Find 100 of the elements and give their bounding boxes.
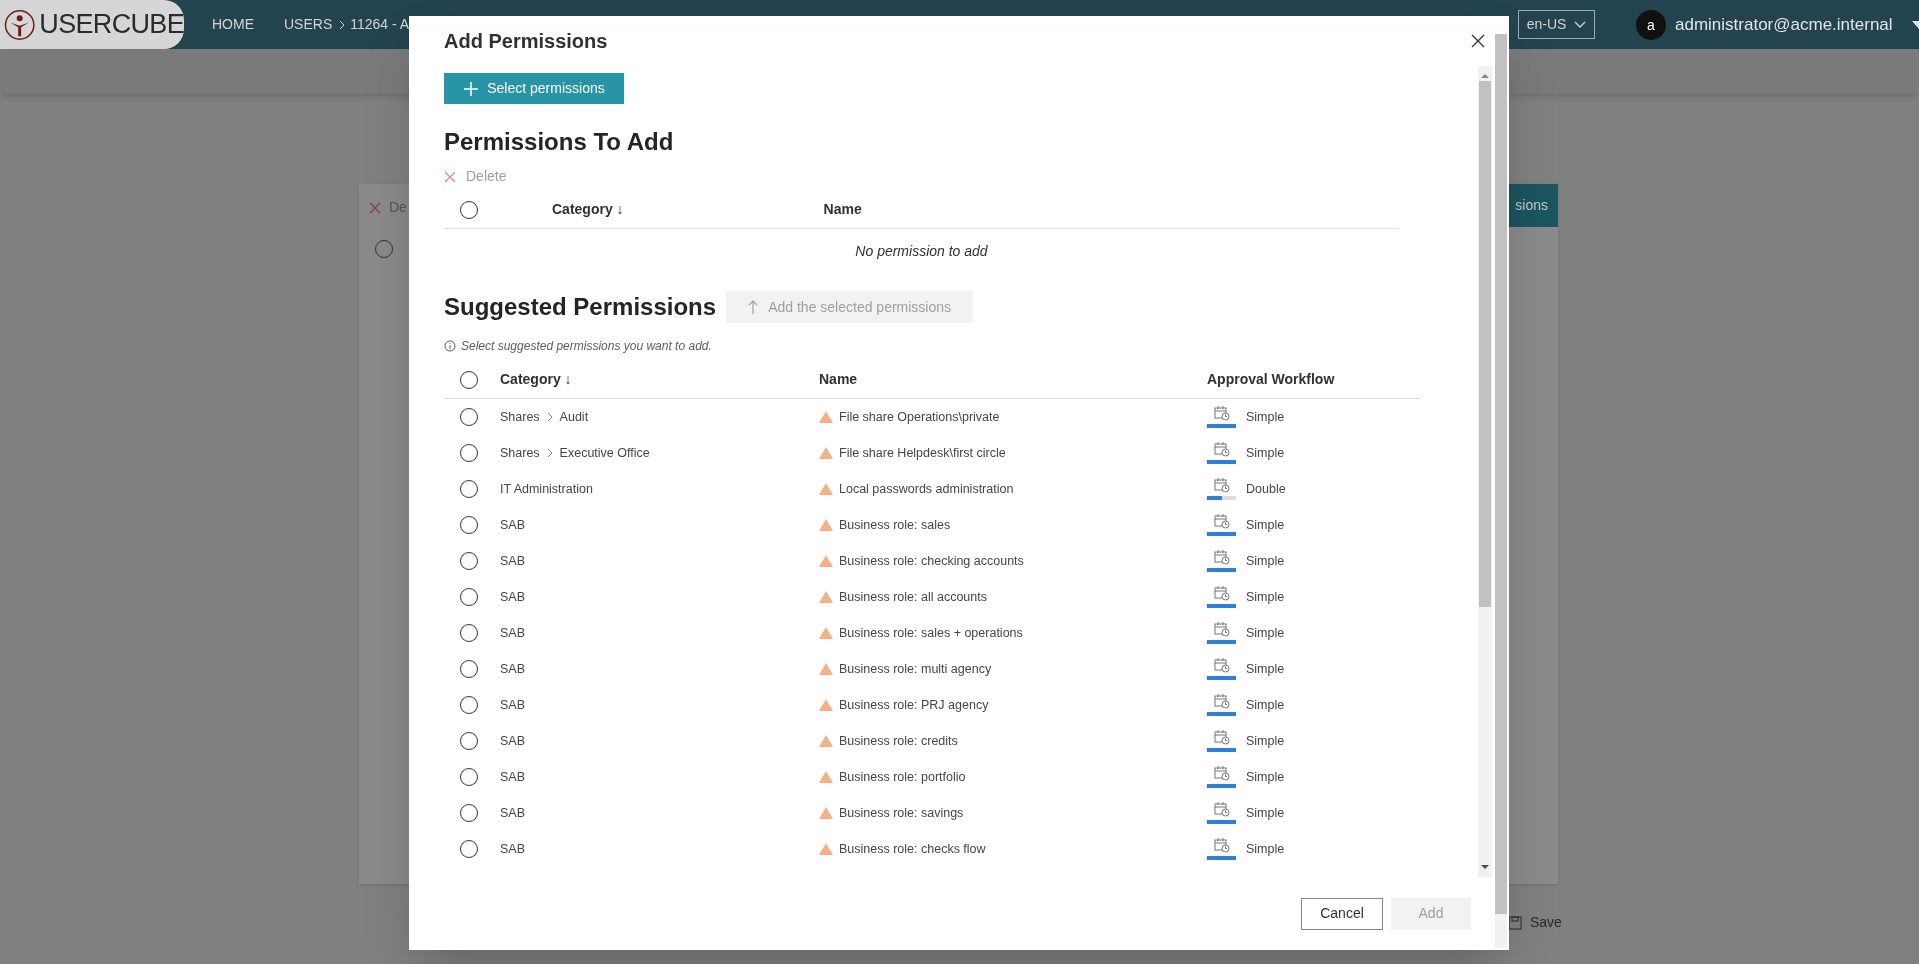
workflow-label: Simple bbox=[1246, 552, 1285, 570]
calendar-clock-icon bbox=[1213, 802, 1230, 817]
permission-name: Business role: PRJ agency bbox=[839, 696, 989, 714]
category-text: SAB bbox=[500, 768, 525, 786]
scrollbar-thumb[interactable] bbox=[1479, 81, 1491, 607]
close-icon bbox=[444, 170, 456, 183]
category-text: SAB bbox=[500, 804, 525, 822]
workflow-label: Simple bbox=[1246, 732, 1285, 750]
workflow-label: Simple bbox=[1246, 588, 1285, 606]
workflow-label: Simple bbox=[1246, 660, 1285, 678]
permission-name: Business role: portfolio bbox=[839, 768, 966, 786]
close-icon[interactable] bbox=[1471, 34, 1485, 48]
calendar-clock-icon bbox=[1213, 766, 1230, 781]
calendar-clock-icon bbox=[1213, 550, 1230, 565]
permission-name: File share Operations\private bbox=[839, 408, 1000, 426]
category-text: Shares bbox=[500, 444, 540, 462]
category-text: Executive Office bbox=[559, 444, 650, 462]
category-text: SAB bbox=[500, 660, 525, 678]
warning-icon bbox=[819, 627, 833, 639]
dialog-title: Add Permissions bbox=[444, 29, 608, 54]
scroll-up-icon[interactable] bbox=[1481, 73, 1489, 78]
workflow-label: Double bbox=[1246, 480, 1286, 498]
workflow-label: Simple bbox=[1246, 408, 1285, 426]
chevron-icon bbox=[338, 19, 347, 30]
plus-icon bbox=[463, 80, 480, 97]
category-text: SAB bbox=[500, 516, 525, 534]
category-text: SAB bbox=[500, 696, 525, 714]
category-text: SAB bbox=[500, 588, 525, 606]
warning-icon bbox=[819, 663, 833, 675]
column-header[interactable]: Approval Workflow bbox=[1207, 369, 1335, 390]
column-header[interactable]: Category ↓ bbox=[500, 369, 819, 390]
workflow-label: Simple bbox=[1246, 516, 1285, 534]
warning-icon bbox=[819, 699, 833, 711]
logo[interactable]: USERCUBE bbox=[0, 0, 184, 49]
arrow-up-icon bbox=[748, 299, 759, 315]
permission-name: Business role: all accounts bbox=[839, 588, 987, 606]
permission-name: Business role: credits bbox=[839, 732, 958, 750]
hint-text: Select suggested permissions you want to add. bbox=[461, 338, 712, 355]
workflow-label: Simple bbox=[1246, 840, 1285, 858]
section-title: Suggested Permissions bbox=[444, 292, 717, 322]
calendar-clock-icon bbox=[1213, 406, 1230, 421]
permission-name: Business role: checks flow bbox=[839, 840, 986, 858]
category-text: IT Administration bbox=[500, 480, 593, 498]
permission-name: Business role: sales + operations bbox=[839, 624, 1023, 642]
section-title: Permissions To Add bbox=[444, 127, 675, 157]
cancel-button[interactable]: Cancel bbox=[1301, 897, 1383, 930]
category-text: SAB bbox=[500, 732, 525, 750]
column-header[interactable]: Name bbox=[819, 369, 1207, 390]
avatar[interactable]: a bbox=[1636, 10, 1666, 40]
user-name[interactable]: administrator@acme.internal bbox=[1675, 12, 1893, 38]
breadcrumb-item[interactable]: 11264 - A bbox=[350, 14, 410, 35]
nav-link[interactable]: USERS bbox=[284, 14, 333, 35]
calendar-clock-icon bbox=[1213, 622, 1230, 637]
warning-icon bbox=[819, 771, 833, 783]
empty-message: No permission to add bbox=[855, 241, 988, 261]
column-header[interactable]: Category ↓ bbox=[552, 199, 624, 220]
calendar-clock-icon bbox=[1213, 730, 1230, 745]
permission-name: Business role: multi agency bbox=[839, 660, 992, 678]
calendar-clock-icon bbox=[1213, 514, 1230, 529]
permission-name: File share Helpdesk\first circle bbox=[839, 444, 1006, 462]
warning-icon bbox=[819, 411, 833, 423]
language-dropdown[interactable]: en-US bbox=[1518, 10, 1595, 39]
category-text: Audit bbox=[559, 408, 589, 426]
category-text: SAB bbox=[500, 552, 525, 570]
category-text: Shares bbox=[500, 408, 540, 426]
warning-icon bbox=[819, 483, 833, 495]
warning-icon bbox=[819, 843, 833, 855]
category-text: SAB bbox=[500, 624, 525, 642]
workflow-label: Simple bbox=[1246, 444, 1285, 462]
warning-icon bbox=[819, 807, 833, 819]
workflow-label: Simple bbox=[1246, 804, 1285, 822]
nav-link[interactable]: HOME bbox=[212, 14, 254, 35]
chevron-down-icon bbox=[1574, 20, 1587, 29]
save-action[interactable]: Save bbox=[1530, 912, 1562, 933]
calendar-clock-icon bbox=[1213, 478, 1230, 493]
scroll-down-icon[interactable] bbox=[1481, 865, 1489, 870]
warning-icon bbox=[819, 735, 833, 747]
calendar-clock-icon bbox=[1213, 694, 1230, 709]
info-icon bbox=[444, 340, 456, 352]
permission-name: Business role: savings bbox=[839, 804, 964, 822]
warning-icon bbox=[819, 519, 833, 531]
calendar-clock-icon bbox=[1213, 586, 1230, 601]
chevron-icon bbox=[545, 448, 554, 458]
permission-name: Business role: sales bbox=[839, 516, 951, 534]
warning-icon bbox=[819, 555, 833, 567]
logo-text: USERCUBE bbox=[39, 8, 184, 42]
close-icon bbox=[369, 201, 381, 214]
warning-icon bbox=[819, 591, 833, 603]
select-permissions-button[interactable]: Select permissions bbox=[444, 73, 624, 104]
calendar-clock-icon bbox=[1213, 658, 1230, 673]
chevron-icon bbox=[545, 412, 554, 422]
calendar-clock-icon bbox=[1213, 442, 1230, 457]
save-icon bbox=[1508, 915, 1522, 930]
workflow-label: Simple bbox=[1246, 624, 1285, 642]
calendar-clock-icon bbox=[1213, 838, 1230, 853]
workflow-label: Simple bbox=[1246, 696, 1285, 714]
column-header[interactable]: Name bbox=[823, 199, 862, 220]
workflow-label: Simple bbox=[1246, 768, 1285, 786]
category-text: SAB bbox=[500, 840, 525, 858]
warning-icon bbox=[819, 447, 833, 459]
